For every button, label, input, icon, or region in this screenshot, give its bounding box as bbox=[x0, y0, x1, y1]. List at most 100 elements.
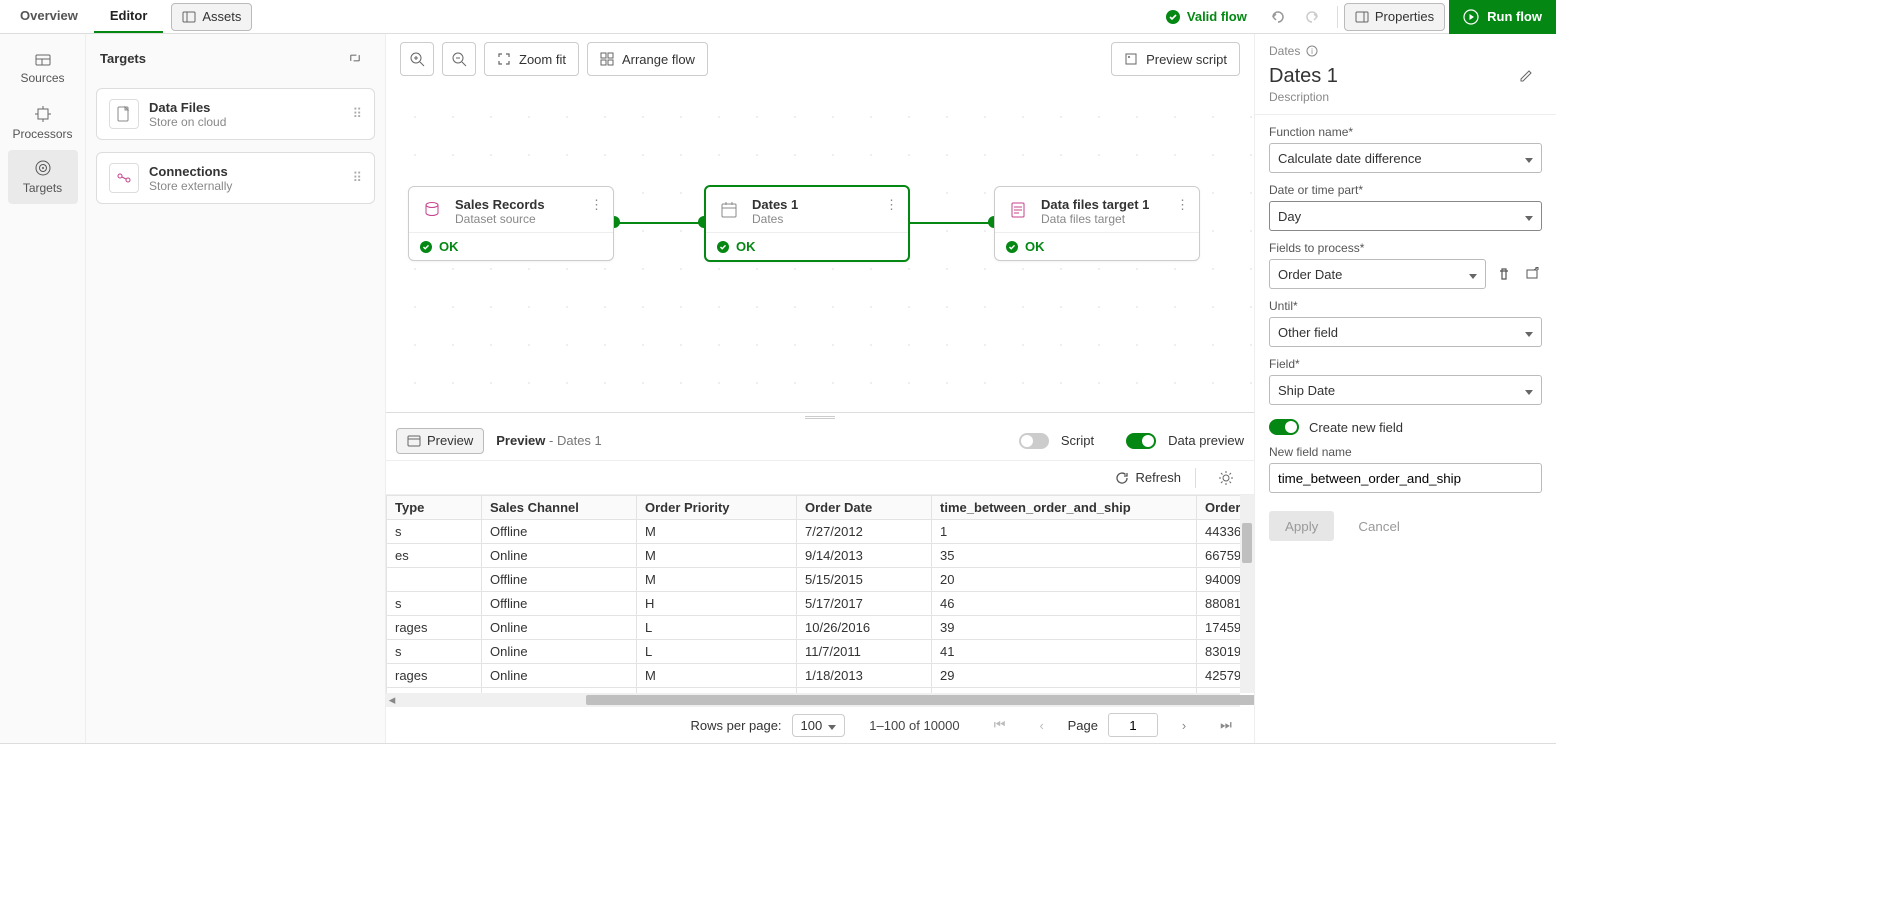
table-cell[interactable]: 5/17/2017 bbox=[797, 592, 932, 616]
table-cell[interactable]: 1/18/2013 bbox=[797, 664, 932, 688]
table-row[interactable]: OfflineM5/15/2015209400995856/4/2015360 bbox=[387, 568, 1255, 592]
table-cell[interactable]: 11/7/2011 bbox=[797, 640, 932, 664]
table-cell[interactable]: 29 bbox=[932, 664, 1197, 688]
properties-button[interactable]: Properties bbox=[1344, 3, 1445, 31]
flow-node-dates[interactable]: Dates 1 Dates ⋮ OK bbox=[704, 185, 910, 262]
table-row[interactable]: sOfflineM7/27/201214433689957/28/2012159… bbox=[387, 520, 1255, 544]
script-toggle[interactable] bbox=[1019, 433, 1049, 449]
table-cell[interactable]: s bbox=[387, 640, 482, 664]
rows-per-page-select[interactable]: 100 bbox=[792, 714, 846, 737]
table-cell[interactable]: rages bbox=[387, 616, 482, 640]
tab-overview[interactable]: Overview bbox=[4, 0, 94, 33]
rail-sources[interactable]: Sources bbox=[8, 42, 78, 96]
preview-button[interactable]: Preview bbox=[396, 428, 484, 454]
table-cell[interactable]: 46 bbox=[932, 592, 1197, 616]
table-row[interactable]: ragesOnlineL10/26/20163917459019412/4/20… bbox=[387, 616, 1255, 640]
table-cell[interactable]: H bbox=[637, 592, 797, 616]
vertical-scrollbar[interactable] bbox=[1240, 495, 1254, 693]
data-grid[interactable]: TypeSales ChannelOrder PriorityOrder Dat… bbox=[386, 495, 1254, 707]
collapse-panel-button[interactable] bbox=[339, 44, 371, 72]
table-cell[interactable]: L bbox=[637, 640, 797, 664]
table-cell[interactable]: s bbox=[387, 592, 482, 616]
expand-field-button[interactable] bbox=[1522, 267, 1542, 281]
page-input[interactable] bbox=[1108, 713, 1158, 737]
until-select[interactable]: Other field bbox=[1269, 317, 1542, 347]
apply-button[interactable]: Apply bbox=[1269, 511, 1334, 541]
cancel-button[interactable]: Cancel bbox=[1352, 511, 1406, 541]
preview-script-button[interactable]: Preview script bbox=[1111, 42, 1240, 76]
drag-handle-icon[interactable]: ⠿ bbox=[352, 170, 362, 186]
info-icon[interactable]: i bbox=[1306, 45, 1318, 57]
assets-button[interactable]: Assets bbox=[171, 3, 252, 31]
data-preview-toggle[interactable] bbox=[1126, 433, 1156, 449]
table-cell[interactable]: 7/27/2012 bbox=[797, 520, 932, 544]
flow-node-target[interactable]: Data files target 1 Data files target ⋮ … bbox=[994, 186, 1200, 261]
table-cell[interactable]: M bbox=[637, 568, 797, 592]
table-cell[interactable]: Offline bbox=[482, 568, 637, 592]
column-header[interactable]: Sales Channel bbox=[482, 496, 637, 520]
rail-targets[interactable]: Targets bbox=[8, 150, 78, 204]
table-cell[interactable]: M bbox=[637, 664, 797, 688]
field-select[interactable]: Ship Date bbox=[1269, 375, 1542, 405]
node-menu-icon[interactable]: ⋮ bbox=[1176, 197, 1189, 226]
table-cell[interactable]: Online bbox=[482, 616, 637, 640]
refresh-button[interactable]: Refresh bbox=[1115, 470, 1181, 485]
table-cell[interactable]: M bbox=[637, 544, 797, 568]
table-cell[interactable]: Online bbox=[482, 640, 637, 664]
table-row[interactable]: sOnlineL11/7/20114183019288712/18/201113… bbox=[387, 640, 1255, 664]
drag-handle-icon[interactable]: ⠿ bbox=[352, 106, 362, 122]
page-first-button[interactable]: ⏮ bbox=[984, 711, 1016, 739]
table-cell[interactable] bbox=[387, 568, 482, 592]
delete-field-button[interactable] bbox=[1494, 267, 1514, 281]
table-cell[interactable]: rages bbox=[387, 664, 482, 688]
column-header[interactable]: Type bbox=[387, 496, 482, 520]
table-cell[interactable]: 5/15/2015 bbox=[797, 568, 932, 592]
redo-button[interactable] bbox=[1297, 3, 1329, 31]
table-cell[interactable]: Offline bbox=[482, 592, 637, 616]
table-cell[interactable]: 41 bbox=[932, 640, 1197, 664]
table-cell[interactable]: 9/14/2013 bbox=[797, 544, 932, 568]
vertical-resize-handle[interactable] bbox=[386, 413, 1254, 421]
table-cell[interactable]: 35 bbox=[932, 544, 1197, 568]
table-cell[interactable]: 39 bbox=[932, 616, 1197, 640]
table-cell[interactable]: Online bbox=[482, 664, 637, 688]
zoom-fit-button[interactable]: Zoom fit bbox=[484, 42, 579, 76]
create-new-field-toggle[interactable] bbox=[1269, 419, 1299, 435]
column-header[interactable]: Order Date bbox=[797, 496, 932, 520]
column-header[interactable]: Order Priority bbox=[637, 496, 797, 520]
table-cell[interactable]: s bbox=[387, 520, 482, 544]
table-cell[interactable]: 20 bbox=[932, 568, 1197, 592]
table-cell[interactable]: Offline bbox=[482, 520, 637, 544]
date-part-select[interactable]: Day bbox=[1269, 201, 1542, 231]
table-cell[interactable]: 10/26/2016 bbox=[797, 616, 932, 640]
fields-to-process-select[interactable]: Order Date bbox=[1269, 259, 1486, 289]
rail-processors[interactable]: Processors bbox=[8, 96, 78, 150]
column-header[interactable]: time_between_order_and_ship bbox=[932, 496, 1197, 520]
table-cell[interactable]: L bbox=[637, 616, 797, 640]
flow-canvas[interactable]: Sales Records Dataset source ⋮ OK bbox=[386, 84, 1254, 412]
table-cell[interactable]: Online bbox=[482, 544, 637, 568]
tab-editor[interactable]: Editor bbox=[94, 0, 164, 33]
page-last-button[interactable]: ⏭ bbox=[1210, 711, 1242, 739]
zoom-out-button[interactable] bbox=[442, 42, 476, 76]
zoom-in-button[interactable] bbox=[400, 42, 434, 76]
undo-button[interactable] bbox=[1261, 3, 1293, 31]
table-cell[interactable]: es bbox=[387, 544, 482, 568]
edit-title-button[interactable] bbox=[1510, 62, 1542, 90]
new-field-name-input[interactable] bbox=[1269, 463, 1542, 493]
horizontal-scrollbar[interactable]: ◂ ▸ bbox=[386, 693, 1240, 707]
table-cell[interactable]: 1 bbox=[932, 520, 1197, 544]
table-row[interactable]: ragesOnlineM1/18/2013294257934452/16/201… bbox=[387, 664, 1255, 688]
function-name-select[interactable]: Calculate date difference bbox=[1269, 143, 1542, 173]
node-menu-icon[interactable]: ⋮ bbox=[885, 197, 898, 226]
target-card-datafiles[interactable]: Data Files Store on cloud ⠿ bbox=[96, 88, 375, 140]
page-next-button[interactable]: › bbox=[1168, 711, 1200, 739]
node-menu-icon[interactable]: ⋮ bbox=[590, 197, 603, 226]
table-row[interactable]: esOnlineM9/14/20133566759351410/19/20134… bbox=[387, 544, 1255, 568]
run-flow-button[interactable]: Run flow bbox=[1449, 0, 1556, 34]
table-cell[interactable]: M bbox=[637, 520, 797, 544]
flow-node-source[interactable]: Sales Records Dataset source ⋮ OK bbox=[408, 186, 614, 261]
target-card-connections[interactable]: Connections Store externally ⠿ bbox=[96, 152, 375, 204]
table-row[interactable]: sOfflineH5/17/2017468808115367/2/2017562 bbox=[387, 592, 1255, 616]
page-prev-button[interactable]: ‹ bbox=[1026, 711, 1058, 739]
